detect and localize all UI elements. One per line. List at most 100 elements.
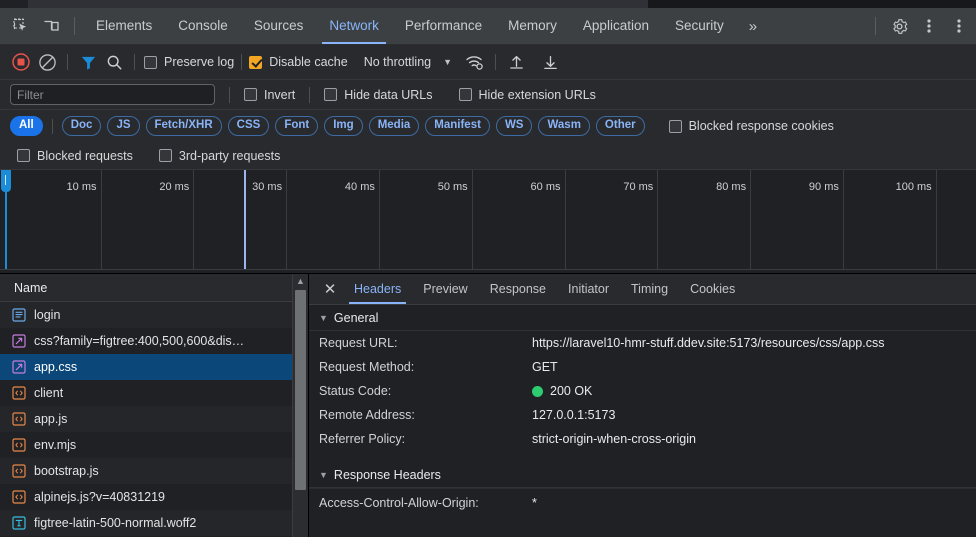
tab-performance[interactable]: Performance xyxy=(392,8,495,44)
scroll-up-arrow-icon[interactable]: ▲ xyxy=(296,274,305,288)
export-har-icon[interactable] xyxy=(537,50,563,74)
overview-tick-label: 20 ms xyxy=(159,181,190,193)
invert-box[interactable] xyxy=(244,88,257,101)
overview-tick-label: 30 ms xyxy=(252,181,283,193)
preserve-log-checkbox[interactable]: Preserve log xyxy=(144,55,234,69)
record-stop-button[interactable] xyxy=(8,50,34,74)
tab-cookies[interactable]: Cookies xyxy=(679,274,746,304)
hide-data-urls-checkbox[interactable]: Hide data URLs xyxy=(324,88,433,102)
tab-timing[interactable]: Timing xyxy=(620,274,679,304)
tab-sources[interactable]: Sources xyxy=(241,8,317,44)
tab-preview[interactable]: Preview xyxy=(412,274,478,304)
overview-tick-line xyxy=(471,170,473,269)
disable-cache-box[interactable] xyxy=(249,55,263,69)
request-row[interactable]: css?family=figtree:400,500,600&dis… xyxy=(0,328,292,354)
request-row[interactable]: client xyxy=(0,380,292,406)
chip-fetch-xhr[interactable]: Fetch/XHR xyxy=(145,116,222,136)
request-row[interactable]: figtree-latin-500-normal.woff2 xyxy=(0,510,292,536)
overview-tick-label: 70 ms xyxy=(623,181,654,193)
column-header-name[interactable]: Name xyxy=(14,281,47,295)
blocked-requests-box[interactable] xyxy=(17,149,30,162)
chip-media[interactable]: Media xyxy=(368,116,420,136)
kebab-menu-icon[interactable] xyxy=(914,12,944,40)
clear-button[interactable] xyxy=(34,50,60,74)
chip-font[interactable]: Font xyxy=(275,116,319,136)
tab-network[interactable]: Network xyxy=(316,8,392,44)
filter-input[interactable] xyxy=(10,84,215,105)
disable-cache-checkbox[interactable]: Disable cache xyxy=(249,55,348,69)
more-tabs-icon[interactable]: » xyxy=(737,18,769,35)
request-name: login xyxy=(34,308,61,322)
chip-img[interactable]: Img xyxy=(324,116,363,136)
tab-headers[interactable]: Headers xyxy=(343,274,412,304)
overview-tick-line xyxy=(935,170,937,269)
hide-extension-urls-checkbox[interactable]: Hide extension URLs xyxy=(458,88,596,102)
inspect-element-icon[interactable] xyxy=(6,12,36,40)
general-value: strict-origin-when-cross-origin xyxy=(532,432,696,446)
tab-memory[interactable]: Memory xyxy=(495,8,570,44)
invert-checkbox[interactable]: Invert xyxy=(244,88,295,102)
overview-selection-handle[interactable] xyxy=(1,170,11,269)
tab-initiator[interactable]: Initiator xyxy=(557,274,620,304)
filter-icon[interactable] xyxy=(75,50,101,74)
general-section-header[interactable]: ▼ General xyxy=(309,305,976,331)
request-name: env.mjs xyxy=(34,438,77,452)
request-name: bootstrap.js xyxy=(34,464,99,478)
chip-other[interactable]: Other xyxy=(595,116,645,136)
request-list-scrollbar[interactable]: ▲ xyxy=(292,274,308,537)
close-devtools-icon[interactable] xyxy=(944,12,974,40)
general-key: Remote Address: xyxy=(319,408,415,422)
general-key: Referrer Policy: xyxy=(319,432,406,446)
throttling-select[interactable]: No throttling xyxy=(362,55,431,69)
preserve-log-box[interactable] xyxy=(144,55,157,69)
gear-icon[interactable] xyxy=(884,12,914,40)
tab-application[interactable]: Application xyxy=(570,8,662,44)
chip-wasm[interactable]: Wasm xyxy=(538,116,590,136)
chevron-down-icon[interactable]: ▼ xyxy=(443,57,452,67)
close-icon[interactable]: ✕ xyxy=(317,276,343,302)
third-party-requests-checkbox[interactable]: 3rd-party requests xyxy=(158,149,280,163)
request-row[interactable]: bootstrap.js xyxy=(0,458,292,484)
general-value: GET xyxy=(532,360,558,374)
tabbar-right-actions xyxy=(867,12,976,40)
network-overview-timeline[interactable]: 10 ms 20 ms 30 ms 40 ms 50 ms 60 ms 70 ms 80 ms… xyxy=(0,170,976,274)
general-key: Request Method: xyxy=(319,360,415,374)
request-row[interactable]: env.mjs xyxy=(0,432,292,458)
tabbar-divider xyxy=(74,17,75,35)
request-row[interactable]: app.css xyxy=(0,354,292,380)
search-icon[interactable] xyxy=(101,50,127,74)
request-row[interactable]: app.js xyxy=(0,406,292,432)
import-har-icon[interactable] xyxy=(503,50,529,74)
response-header-value: * xyxy=(532,496,537,510)
request-row[interactable]: login xyxy=(0,302,292,328)
response-headers-section-header[interactable]: ▼ Response Headers xyxy=(309,462,976,488)
overview-tick-line xyxy=(193,170,195,269)
hide-data-urls-box[interactable] xyxy=(324,88,338,101)
controls-divider-4 xyxy=(495,54,497,70)
blocked-response-cookies-box[interactable] xyxy=(668,119,682,133)
third-party-requests-box[interactable] xyxy=(158,149,172,162)
chip-manifest[interactable]: Manifest xyxy=(425,116,490,136)
tab-elements[interactable]: Elements xyxy=(83,8,165,44)
chip-css[interactable]: CSS xyxy=(227,116,270,136)
chip-js[interactable]: JS xyxy=(107,116,140,136)
font-icon xyxy=(12,516,26,530)
hide-extension-urls-box[interactable] xyxy=(458,88,472,101)
tab-response[interactable]: Response xyxy=(479,274,557,304)
tab-security[interactable]: Security xyxy=(662,8,737,44)
request-name: figtree-latin-500-normal.woff2 xyxy=(34,516,197,530)
request-row[interactable]: alpinejs.js?v=40831219 xyxy=(0,484,292,510)
scrollbar-thumb[interactable] xyxy=(295,290,306,490)
chip-doc[interactable]: Doc xyxy=(61,116,102,136)
device-toolbar-icon[interactable] xyxy=(36,12,66,40)
blocked-response-cookies-checkbox[interactable]: Blocked response cookies xyxy=(668,119,834,133)
chip-ws[interactable]: WS xyxy=(495,116,533,136)
script-icon xyxy=(12,490,26,504)
wifi-settings-icon[interactable] xyxy=(462,50,488,74)
general-row: Referrer Policy: strict-origin-when-cross… xyxy=(309,427,976,451)
dom-content-loaded-marker xyxy=(244,170,246,269)
filter-row: Invert Hide data URLs Hide extension URL… xyxy=(0,80,976,110)
blocked-requests-checkbox[interactable]: Blocked requests xyxy=(17,149,133,163)
chip-all[interactable]: All xyxy=(10,116,43,136)
tab-console[interactable]: Console xyxy=(165,8,241,44)
